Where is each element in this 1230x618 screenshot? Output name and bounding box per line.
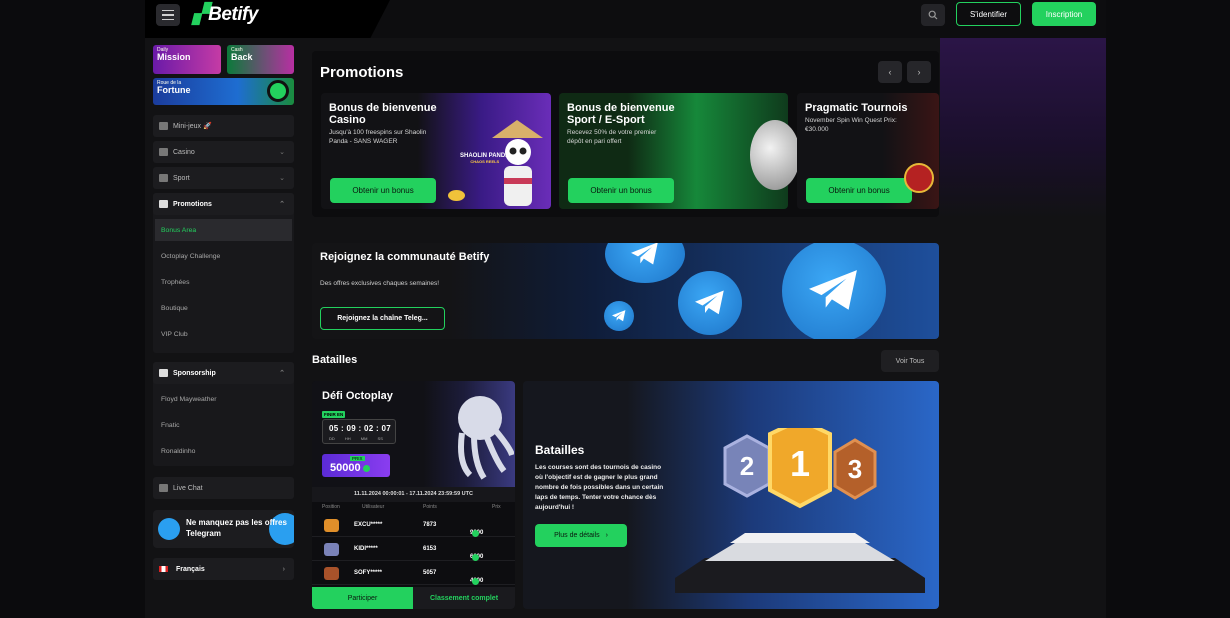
rank-2: 2 bbox=[740, 451, 754, 481]
podium-illustration: 2 1 3 bbox=[675, 428, 925, 593]
logo-area bbox=[145, 0, 390, 38]
coin-icon bbox=[472, 578, 479, 585]
challenge-title: Défi Octoplay bbox=[322, 390, 393, 402]
batailles-banner-desc: Les courses sont des tournois de casino … bbox=[535, 464, 664, 512]
sidebar-sub-ronaldinho[interactable]: Ronaldinho bbox=[155, 440, 292, 462]
carousel-prev-button[interactable]: ‹ bbox=[878, 61, 902, 83]
rocket-icon bbox=[159, 122, 168, 130]
participate-button[interactable]: Participer bbox=[312, 587, 413, 609]
ends-label: FINIR EN bbox=[322, 411, 346, 418]
chat-icon bbox=[159, 484, 168, 492]
sidebar-item-sport[interactable]: Sport ⌄ bbox=[153, 167, 294, 189]
game-logo: SHAOLIN PANDA CHAOS REELS bbox=[460, 153, 510, 164]
telegram-icon bbox=[782, 243, 886, 339]
octopus-illustration bbox=[458, 396, 514, 480]
wheel-icon bbox=[267, 80, 289, 102]
more-details-button[interactable]: Plus de détails › bbox=[535, 524, 627, 547]
sidebar-item-mini-jeux[interactable]: Mini-jeux 🚀 bbox=[153, 115, 294, 137]
get-bonus-button[interactable]: Obtenir un bonus bbox=[330, 178, 436, 203]
sidebar-sub-trophees[interactable]: Trophées bbox=[155, 271, 292, 293]
countdown-timer: 05 : 09 : 02 : 07 DD HH MM SS bbox=[322, 419, 396, 444]
col-header-user: Utilisateur bbox=[362, 504, 385, 510]
daily-mission-tile[interactable]: Daily Mission bbox=[153, 45, 221, 74]
challenge-dates: 11.11.2024 00:00:01 - 17.11.2024 23:59:5… bbox=[312, 487, 515, 502]
section-title-batailles: Batailles bbox=[312, 354, 358, 366]
full-ranking-button[interactable]: Classement complet bbox=[413, 587, 515, 609]
leaderboard-row: SOFY*****50574000 bbox=[312, 562, 515, 585]
sidebar-item-live-chat[interactable]: Live Chat bbox=[153, 477, 294, 499]
megaphone-icon bbox=[159, 200, 168, 208]
medal-bronze-icon bbox=[324, 567, 339, 580]
rank-3: 3 bbox=[848, 454, 862, 484]
prize-box: PRIX 50000 bbox=[322, 454, 390, 477]
sidebar-sub-octoplay[interactable]: Octoplay Challenge bbox=[155, 245, 292, 267]
sport-icon bbox=[159, 174, 168, 182]
telegram-icon bbox=[678, 271, 742, 335]
batailles-banner-title: Batailles bbox=[535, 443, 585, 457]
signup-button[interactable]: Inscription bbox=[1032, 2, 1096, 26]
menu-icon[interactable] bbox=[156, 4, 180, 26]
telegram-banner: Rejoignez la communauté Betify Des offre… bbox=[312, 243, 939, 339]
sidebar-item-sponsorship[interactable]: Sponsorship ⌃ bbox=[153, 362, 294, 384]
telegram-icon bbox=[604, 301, 634, 331]
users-icon bbox=[159, 369, 168, 377]
col-header-points: Points bbox=[423, 504, 437, 510]
medal-silver-icon bbox=[324, 543, 339, 556]
carousel-next-button[interactable]: › bbox=[907, 61, 931, 83]
paw-icon bbox=[904, 163, 934, 193]
rank-1: 1 bbox=[790, 443, 810, 484]
leaderboard-row: KIDI*****61536000 bbox=[312, 538, 515, 561]
telegram-card-text: Ne manquez pas les offres Telegram bbox=[186, 518, 287, 539]
sidebar-sub-mayweather[interactable]: Floyd Mayweather bbox=[155, 388, 292, 410]
chevron-up-icon: ⌃ bbox=[279, 370, 285, 377]
sidebar-sub-boutique[interactable]: Boutique bbox=[155, 297, 292, 319]
join-telegram-button[interactable]: Rejoignez la chaîne Teleg... bbox=[320, 307, 445, 330]
sidebar-sub-fnatic[interactable]: Fnatic bbox=[155, 414, 292, 436]
language-selector[interactable]: Français › bbox=[153, 558, 294, 580]
coin-icon bbox=[448, 190, 465, 201]
coin-icon bbox=[472, 530, 479, 537]
get-bonus-button[interactable]: Obtenir un bonus bbox=[568, 178, 674, 203]
section-title-promotions: Promotions bbox=[320, 64, 404, 81]
see-all-button[interactable]: Voir Tous bbox=[881, 350, 939, 372]
background-glow bbox=[940, 38, 1106, 218]
telegram-icon bbox=[605, 243, 685, 283]
sidebar-item-casino[interactable]: Casino ⌄ bbox=[153, 141, 294, 163]
football-illustration bbox=[750, 120, 800, 190]
flag-icon bbox=[159, 566, 168, 572]
chevron-down-icon: ⌄ bbox=[279, 149, 285, 156]
search-icon[interactable] bbox=[921, 4, 945, 26]
telegram-icon bbox=[158, 518, 180, 540]
slot-icon bbox=[159, 148, 168, 156]
chevron-right-icon: › bbox=[605, 532, 608, 539]
coin-icon bbox=[362, 465, 370, 472]
col-header-prize: Prix bbox=[492, 504, 501, 510]
sidebar-sub-vip[interactable]: VIP Club bbox=[155, 323, 292, 345]
sidebar-item-promotions[interactable]: Promotions ⌃ bbox=[153, 193, 294, 215]
telegram-banner-desc: Des offres exclusives chaques semaines! bbox=[320, 280, 440, 287]
cashback-tile[interactable]: Cash Back bbox=[227, 45, 294, 74]
wheel-of-fortune-tile[interactable]: Roue de la Fortune bbox=[153, 78, 294, 105]
col-header-position: Position bbox=[322, 504, 340, 510]
logo[interactable]: ▞Betify bbox=[193, 3, 258, 26]
chevron-up-icon: ⌃ bbox=[279, 201, 285, 208]
chevron-right-icon: › bbox=[282, 565, 285, 573]
coin-icon bbox=[472, 554, 479, 561]
login-button[interactable]: S'identifier bbox=[956, 2, 1021, 26]
leaderboard-row: EXCU*****78739000 bbox=[312, 514, 515, 537]
sidebar-sub-bonus-area[interactable]: Bonus Area bbox=[155, 219, 292, 241]
telegram-banner-title: Rejoignez la communauté Betify bbox=[320, 251, 490, 263]
medal-gold-icon bbox=[324, 519, 339, 532]
telegram-card[interactable]: Ne manquez pas les offres Telegram bbox=[153, 510, 294, 548]
get-bonus-button[interactable]: Obtenir un bonus bbox=[806, 178, 912, 203]
chevron-down-icon: ⌄ bbox=[279, 175, 285, 182]
